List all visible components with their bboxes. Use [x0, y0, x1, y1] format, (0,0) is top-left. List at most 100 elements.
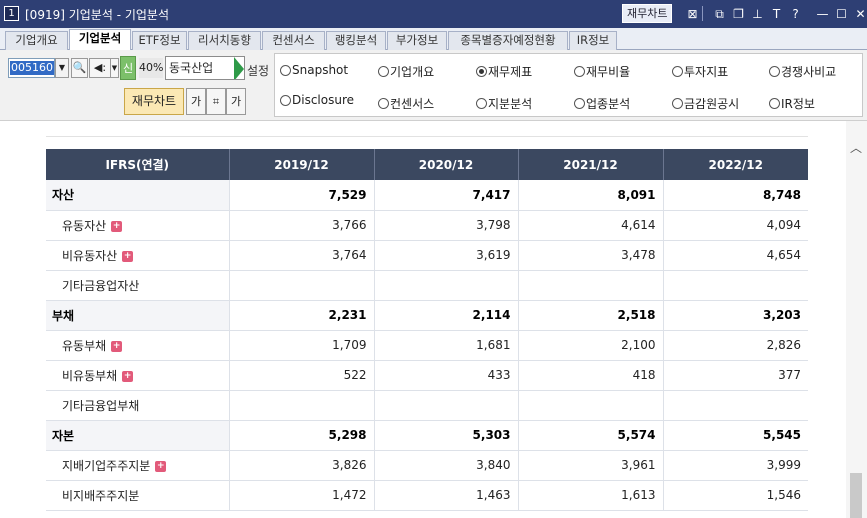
table-row: 기타금융업자산: [46, 270, 808, 301]
row-label-text: 지배기업주주지분: [62, 458, 151, 473]
tab-etf-info[interactable]: ETF정보: [132, 31, 187, 50]
table-cell: 7,417: [374, 180, 519, 211]
header-2022: 2022/12: [663, 149, 808, 180]
header-2019: 2019/12: [229, 149, 375, 180]
radio-label: 지분분석: [488, 97, 533, 111]
line-chart-icon[interactable]: ⊠: [683, 5, 702, 23]
radio-label: 컨센서스: [390, 97, 435, 111]
radio-company-overview[interactable]: 기업개요: [378, 63, 434, 80]
scroll-up-icon[interactable]: ︿: [849, 139, 863, 156]
scroll-thumb[interactable]: [850, 473, 862, 518]
financial-chart-toggle[interactable]: 재무차트: [124, 88, 184, 115]
table-cell: 4,614: [518, 210, 664, 241]
table-cell: 418: [518, 360, 664, 391]
table-header-row: IFRS(연결) 2019/12 2020/12 2021/12 2022/12: [46, 149, 808, 180]
stock-code-input[interactable]: 005160: [8, 58, 55, 78]
header-2021: 2021/12: [518, 149, 664, 180]
radio-financial-ratios[interactable]: 재무비율: [574, 63, 630, 80]
row-label: 기타금융업자산: [46, 270, 230, 301]
radio-dot-icon: [574, 66, 585, 77]
tab-ranking[interactable]: 랭킹분석: [326, 31, 386, 50]
radio-fss-disclosure[interactable]: 금감원공시: [672, 95, 739, 112]
tab-additional-info[interactable]: 부가정보: [387, 31, 447, 50]
tab-company-overview[interactable]: 기업개요: [5, 31, 68, 50]
row-label-text: 유동부채: [62, 338, 107, 353]
row-label-text: 자본: [52, 428, 75, 443]
radio-dot-icon: [378, 98, 389, 109]
control-panel: 005160 ▼ 🔍 ◀: ▼ 신 40% 동국산업 설정 재무차트 가 ⌗ 가…: [0, 50, 867, 120]
table-cell: 3,840: [374, 450, 519, 481]
table-cell: 1,681: [374, 330, 519, 361]
settings-link[interactable]: 설정: [247, 62, 269, 79]
expand-plus-icon[interactable]: +: [111, 340, 123, 352]
radio-dot-icon: [769, 98, 780, 109]
radio-label: 경쟁사비교: [781, 65, 837, 79]
radio-label: IR정보: [781, 97, 815, 111]
row-label: 자본: [46, 420, 230, 451]
vertical-scrollbar[interactable]: ︿: [846, 121, 867, 518]
window-title: [0919] 기업분석 - 기업분석: [25, 8, 169, 22]
radio-investment-indicators[interactable]: 투자지표: [672, 63, 728, 80]
table-cell: 3,478: [518, 240, 664, 271]
radio-consensus[interactable]: 컨센서스: [378, 95, 434, 112]
font-increase-button[interactable]: 가: [226, 88, 246, 115]
chevron-down-icon[interactable]: ▼: [55, 58, 69, 78]
radio-dot-checked-icon: [476, 66, 487, 77]
table-cell: 3,961: [518, 450, 664, 481]
radio-industry-analysis[interactable]: 업종분석: [574, 95, 630, 112]
title-bar: 1 [0919] 기업분석 - 기업분석 재무차트 ⊠ ⧉ ❐ ⊥ T ? — …: [0, 0, 867, 28]
table-row: 기타금융업부채: [46, 390, 808, 421]
radio-peer-comparison[interactable]: 경쟁사비교: [769, 63, 836, 80]
row-label-text: 비유동자산: [62, 248, 118, 263]
new-window-icon[interactable]: ❐: [729, 5, 748, 23]
radio-ir-info[interactable]: IR정보: [769, 95, 815, 112]
row-label-text: 자산: [52, 188, 75, 203]
header-2020: 2020/12: [374, 149, 519, 180]
close-icon[interactable]: ✕: [851, 5, 867, 23]
table-cell: 5,545: [663, 420, 808, 451]
help-icon[interactable]: ?: [786, 5, 805, 23]
fit-icon[interactable]: ⌗: [206, 88, 226, 115]
font-decrease-button[interactable]: 가: [186, 88, 206, 115]
minimize-icon[interactable]: —: [813, 5, 832, 23]
tab-ir-info[interactable]: IR정보: [569, 31, 617, 50]
expand-plus-icon[interactable]: +: [122, 370, 134, 382]
stock-name-field[interactable]: 동국산업: [165, 56, 245, 80]
radio-snapshot[interactable]: Snapshot: [280, 63, 348, 77]
title-separator: [702, 6, 703, 21]
tab-research[interactable]: 리서치동향: [188, 31, 261, 50]
table-cell: 7,529: [229, 180, 375, 211]
row-label: 자산: [46, 180, 230, 211]
radio-disclosure[interactable]: Disclosure: [280, 93, 354, 107]
pin-icon[interactable]: ⊥: [748, 5, 767, 23]
tab-company-analysis[interactable]: 기업분석: [69, 29, 131, 51]
expand-plus-icon[interactable]: +: [111, 220, 123, 232]
radio-shareholding[interactable]: 지분분석: [476, 95, 532, 112]
radio-dot-icon: [769, 66, 780, 77]
search-icon[interactable]: 🔍: [71, 58, 88, 78]
tab-consensus[interactable]: 컨센서스: [262, 31, 325, 50]
expand-plus-icon[interactable]: +: [122, 250, 134, 262]
table-cell: 8,748: [663, 180, 808, 211]
maximize-icon[interactable]: ☐: [832, 5, 851, 23]
radio-financial-statements[interactable]: 재무제표: [476, 63, 532, 80]
restore-icon[interactable]: ⧉: [710, 5, 729, 23]
row-label: 유동자산 +: [46, 210, 230, 241]
row-label-text: 비유동부채: [62, 368, 118, 383]
radio-dot-icon: [672, 98, 683, 109]
window-controls: ⊠ ⧉ ❐ ⊥ T ? — ☐ ✕: [683, 5, 867, 23]
table-cell: 1,472: [229, 480, 375, 511]
font-icon[interactable]: T: [767, 5, 786, 23]
table-cell: 3,619: [374, 240, 519, 271]
table-cell: 3,203: [663, 300, 808, 331]
row-label-text: 유동자산: [62, 218, 107, 233]
financial-chart-button[interactable]: 재무차트: [622, 4, 673, 23]
tab-capital-increase[interactable]: 종목별증자예정현황: [448, 31, 568, 50]
radio-label: 투자지표: [684, 65, 729, 79]
dropdown-chevron-icon[interactable]: ▼: [110, 58, 119, 78]
row-label-text: 비지배주주지분: [62, 488, 140, 503]
speaker-icon[interactable]: ◀:: [89, 58, 111, 78]
radio-dot-icon: [378, 66, 389, 77]
expand-plus-icon[interactable]: +: [155, 460, 167, 472]
table-cell: 5,303: [374, 420, 519, 451]
